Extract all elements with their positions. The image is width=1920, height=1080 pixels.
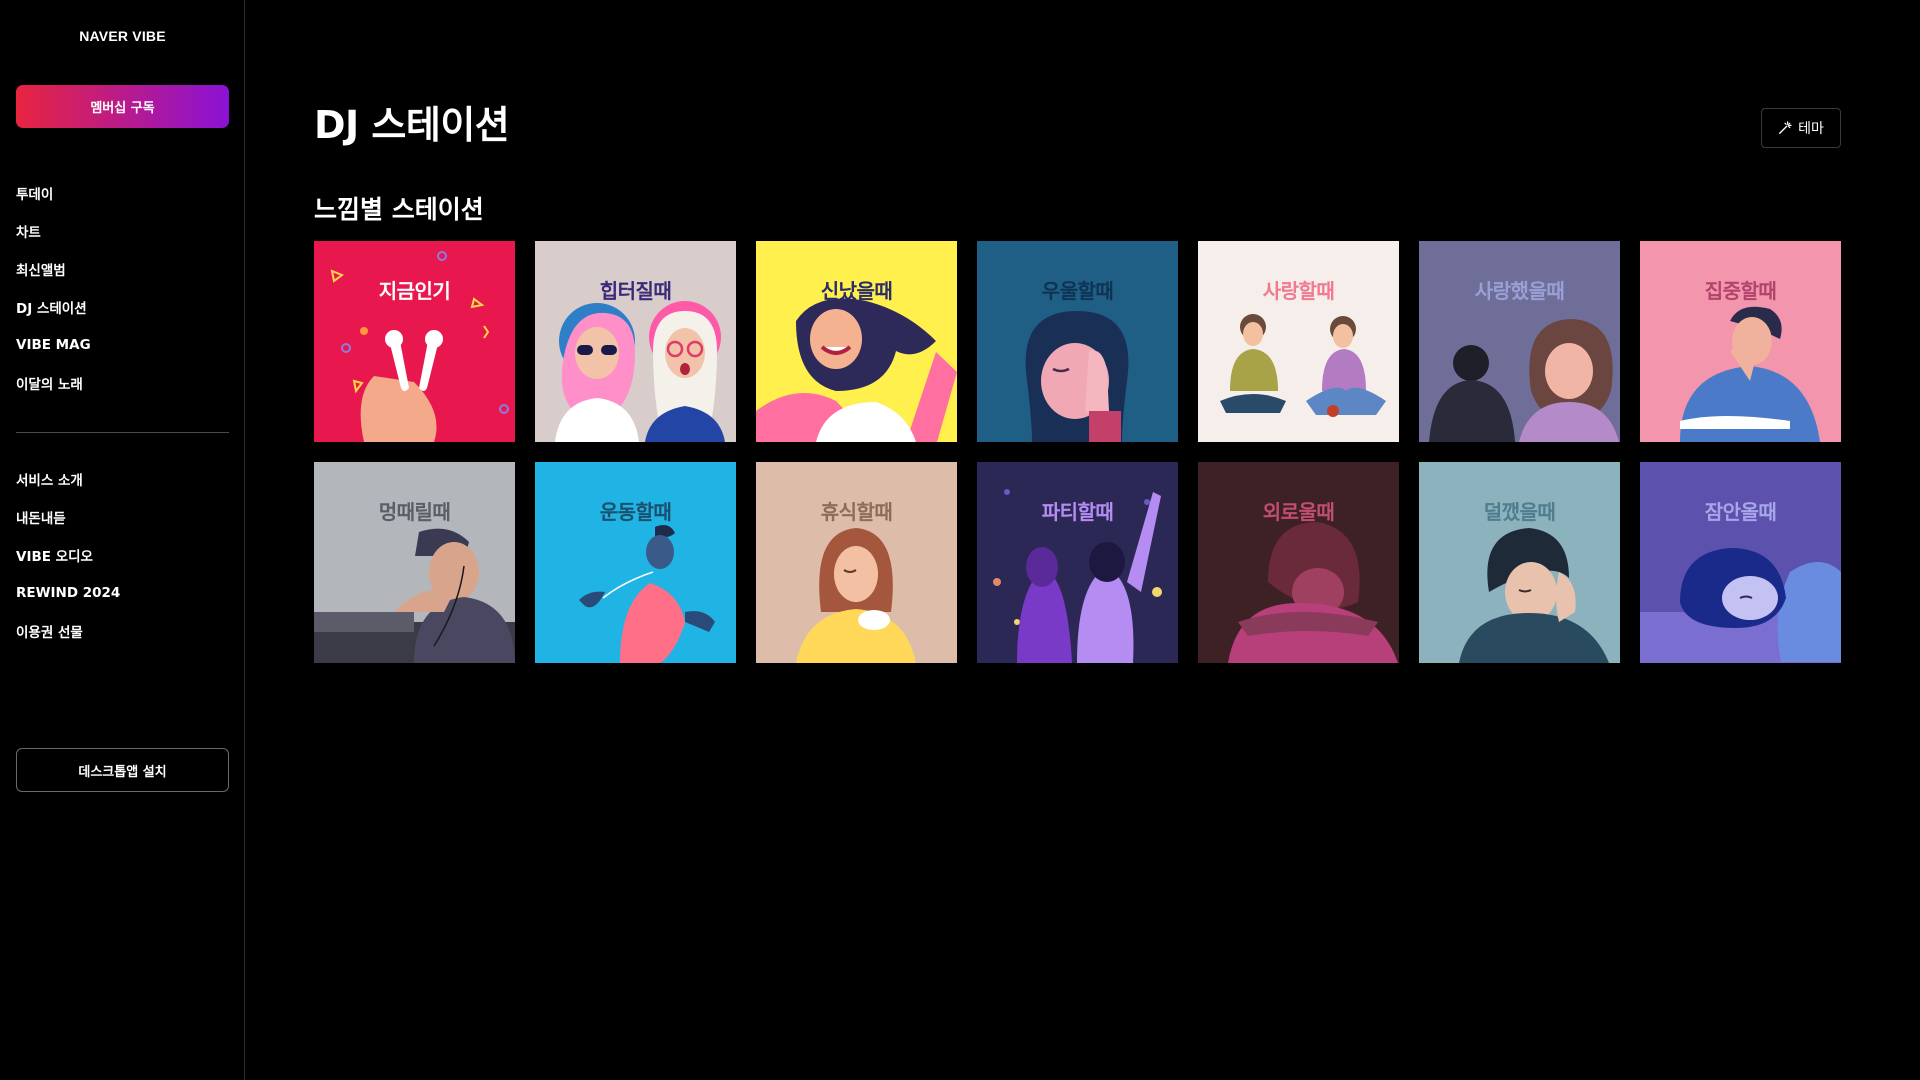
station-card-excited[interactable]: 신났을때 [756, 241, 957, 442]
station-label: 외로울때 [1262, 500, 1335, 524]
sidebar-item-chart[interactable]: 차트 [16, 212, 91, 250]
station-card-rest[interactable]: 휴식할때 [756, 462, 957, 663]
theme-button-label: 테마 [1798, 121, 1824, 137]
station-label: 덜깼을때 [1483, 500, 1556, 524]
station-label: 사랑할때 [1262, 279, 1335, 303]
station-label: 힙터질때 [599, 279, 672, 303]
page-title: DJ 스테이션 [314, 103, 510, 147]
sidebar-item-dj-station[interactable]: DJ 스테이션 [16, 288, 91, 326]
station-card-sleepy[interactable]: 덜깼을때 [1419, 462, 1620, 663]
party-friends-icon [977, 462, 1178, 663]
station-label: 집중할때 [1704, 279, 1777, 303]
app-logo[interactable]: NAVER VIBE [0, 28, 245, 44]
sidebar-item-song-of-month[interactable]: 이달의 노래 [16, 364, 91, 402]
sidebar-item-rewind[interactable]: REWIND 2024 [16, 574, 120, 612]
sidebar-item-my-money-listen[interactable]: 내돈내듣 [16, 498, 120, 536]
station-card-loved[interactable]: 사랑했을때 [1419, 241, 1620, 442]
lonely-head-down-icon [1198, 462, 1399, 663]
sub-nav: 서비스 소개 내돈내듣 VIBE 오디오 REWIND 2024 이용권 선물 [16, 460, 120, 650]
station-card-love[interactable]: 사랑할때 [1198, 241, 1399, 442]
station-card-party[interactable]: 파티할때 [977, 462, 1178, 663]
couple-apart-icon [1419, 241, 1620, 442]
sidebar-item-new-albums[interactable]: 최신앨범 [16, 250, 91, 288]
station-card-workout[interactable]: 운동할때 [535, 462, 736, 663]
magic-wand-icon [1779, 121, 1792, 134]
station-label: 우울할때 [1041, 279, 1114, 303]
station-label: 멍때릴때 [378, 500, 451, 524]
sidebar-item-today[interactable]: 투데이 [16, 174, 91, 212]
couple-sitting-icon [1198, 241, 1399, 442]
membership-subscribe-button[interactable]: 멤버십 구독 [16, 85, 229, 128]
station-card-sleepless[interactable]: 잠안올때 [1640, 462, 1841, 663]
sleepy-man-icon [1419, 462, 1620, 663]
station-label: 지금인기 [378, 279, 451, 303]
runner-icon [535, 462, 736, 663]
station-card-hip[interactable]: 힙터질때 [535, 241, 736, 442]
sad-face-hand-icon [977, 241, 1178, 442]
earbuds-hand-icon [314, 241, 515, 442]
station-label: 파티할때 [1041, 500, 1114, 524]
station-label: 운동할때 [599, 500, 672, 524]
man-headphones-icon [314, 462, 515, 663]
sidebar-item-service-intro[interactable]: 서비스 소개 [16, 460, 120, 498]
station-card-zoning-out[interactable]: 멍때릴때 [314, 462, 515, 663]
main-nav: 투데이 차트 최신앨범 DJ 스테이션 VIBE MAG 이달의 노래 [16, 174, 91, 402]
station-label: 잠안올때 [1704, 500, 1777, 524]
girl-arms-up-icon [756, 241, 957, 442]
sidebar-item-vibe-audio[interactable]: VIBE 오디오 [16, 536, 120, 574]
two-girls-sunglasses-icon [535, 241, 736, 442]
station-label: 휴식할때 [820, 500, 893, 524]
station-card-lonely[interactable]: 외로울때 [1198, 462, 1399, 663]
desktop-app-install-button[interactable]: 데스크톱앱 설치 [16, 748, 229, 792]
woman-tea-icon [756, 462, 957, 663]
station-card-gloomy[interactable]: 우울할때 [977, 241, 1178, 442]
station-grid: 지금인기 힙터질때 신났을때 우울할때 사랑할때 사랑했을때 집중할때 멍때릴때… [314, 241, 1841, 663]
station-label: 사랑했을때 [1474, 279, 1565, 303]
sleepless-girl-icon [1640, 462, 1841, 663]
station-label: 신났을때 [820, 279, 893, 303]
sidebar-divider [16, 432, 229, 433]
sidebar-item-vibe-mag[interactable]: VIBE MAG [16, 326, 91, 364]
sidebar-item-gift-pass[interactable]: 이용권 선물 [16, 612, 120, 650]
sidebar: NAVER VIBE 멤버십 구독 투데이 차트 최신앨범 DJ 스테이션 VI… [0, 0, 245, 1080]
section-title: 느낌별 스테이션 [314, 195, 484, 224]
man-reading-icon [1640, 241, 1841, 442]
station-card-popular[interactable]: 지금인기 [314, 241, 515, 442]
theme-button[interactable]: 테마 [1761, 108, 1841, 148]
station-card-focus[interactable]: 집중할때 [1640, 241, 1841, 442]
